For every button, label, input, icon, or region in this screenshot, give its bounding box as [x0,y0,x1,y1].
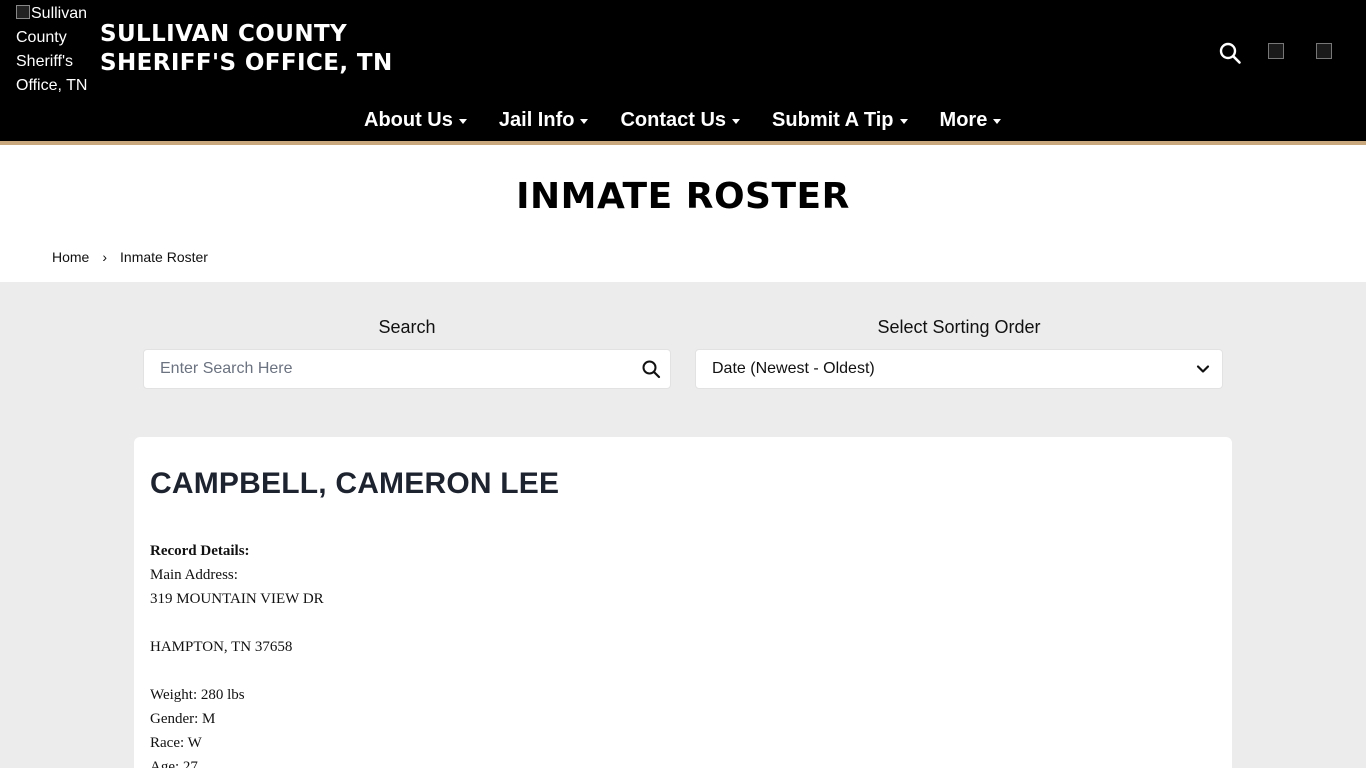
address-line1: 319 MOUNTAIN VIEW DR [150,591,324,607]
search-box [143,349,671,389]
site-logo[interactable]: Sullivan County Sheriff's Office, TN [16,2,96,98]
search-icon[interactable] [641,359,661,379]
caret-down-icon [732,118,741,124]
record-details: Record Details: Main Address: 319 MOUNTA… [150,539,324,768]
nav-item-about-us[interactable]: About Us [364,106,467,134]
nav-item-submit-a-tip[interactable]: Submit A Tip [772,106,908,134]
chevron-right-icon: › [102,249,108,265]
nav-item-more[interactable]: More [940,106,1002,134]
address-line2: HAMPTON, TN 37658 [150,639,293,655]
caret-down-icon [580,118,589,124]
nav-item-label: Submit A Tip [772,108,894,131]
nav-item-label: About Us [364,108,453,131]
site-title-line1: SULLIVAN COUNTY [100,21,348,47]
page-title: INMATE ROSTER [516,176,850,217]
main-nav: About Us Jail Info Contact Us Submit A T… [364,106,1002,136]
inmate-name[interactable]: CAMPBELL, CAMERON LEE [150,467,559,501]
broken-image-icon [16,5,30,19]
chevron-down-icon [1196,362,1210,376]
caret-down-icon [458,118,467,124]
nav-item-label: Jail Info [498,108,575,131]
gender-value: Gender: M [150,711,216,727]
breadcrumb-home-link[interactable]: Home [52,249,89,265]
nav-item-label: Contact Us [620,108,727,131]
breadcrumb: Home › Inmate Roster [52,249,208,265]
caret-down-icon [899,118,908,124]
weight-value: Weight: 280 lbs [150,687,245,703]
caret-down-icon [993,118,1002,124]
nav-item-jail-info[interactable]: Jail Info [499,106,589,134]
site-title-line2: SHERIFF'S OFFICE, TN [100,50,393,76]
breadcrumb-current: Inmate Roster [120,249,208,265]
nav-item-contact-us[interactable]: Contact Us [620,106,741,134]
social-link-icon[interactable] [1316,43,1332,59]
race-value: Race: W [150,735,202,751]
search-icon[interactable] [1218,41,1242,65]
main-address-label: Main Address: [150,567,238,583]
nav-item-label: More [939,108,988,131]
search-input[interactable] [144,350,624,388]
social-link-icon[interactable] [1268,43,1284,59]
record-details-label: Record Details: [150,543,250,559]
sort-order-value: Date (Newest - Oldest) [712,360,875,377]
site-header: Sullivan County Sheriff's Office, TN SUL… [0,0,1366,141]
search-label: Search [378,317,436,337]
site-title[interactable]: SULLIVAN COUNTY SHERIFF'S OFFICE, TN [100,20,393,78]
sort-label: Select Sorting Order [877,317,1041,337]
inmate-card: CAMPBELL, CAMERON LEE Record Details: Ma… [134,437,1232,768]
sort-order-select[interactable]: Date (Newest - Oldest) [695,349,1223,389]
age-value: Age: 27 [150,759,198,768]
